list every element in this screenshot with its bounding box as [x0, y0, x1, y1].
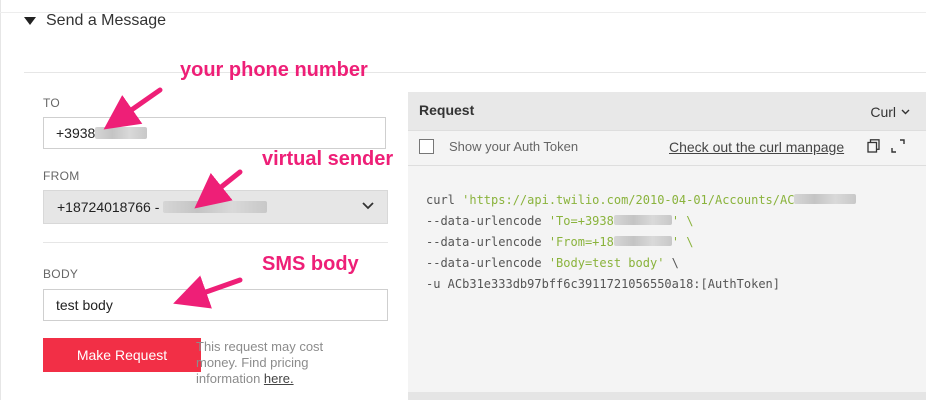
make-request-button[interactable]: Make Request: [43, 338, 201, 372]
code-line: -u ACb31e333db97bff6c3911721056550a18:[A…: [426, 277, 781, 291]
cost-note: This request may cost money. Find pricin…: [196, 339, 366, 387]
code-flag: --data-urlencode: [426, 256, 549, 270]
request-footer: [408, 392, 926, 400]
from-select-value: +18724018766 -: [57, 199, 164, 215]
code-flag: --data-urlencode: [426, 214, 549, 228]
from-label: FROM: [43, 169, 80, 183]
expand-icon[interactable]: [890, 138, 906, 154]
chevron-down-icon: [901, 109, 910, 115]
show-auth-checkbox[interactable]: [419, 139, 434, 154]
show-auth-label: Show your Auth Token: [449, 139, 579, 154]
body-input[interactable]: test body: [43, 289, 388, 321]
annotation-phone: your phone number: [180, 59, 368, 81]
language-select[interactable]: Curl: [870, 104, 910, 120]
chevron-down-icon: [362, 202, 374, 210]
request-panel: Request Curl Show your Auth Token Check …: [408, 92, 926, 400]
copy-icon[interactable]: [867, 139, 881, 153]
request-header: Request Curl: [408, 92, 926, 131]
language-select-value: Curl: [870, 104, 896, 120]
code-string: ' \: [671, 214, 694, 228]
pricing-link[interactable]: here.: [264, 371, 294, 386]
code-string: 'From=+18: [548, 235, 614, 249]
to-input[interactable]: +3938: [43, 117, 386, 149]
code-line: --data-urlencode 'Body=test body' \: [426, 253, 856, 274]
to-input-value: +3938: [56, 125, 96, 141]
code-line: --data-urlencode 'To=+3938 ' \: [426, 211, 856, 232]
code-string: 'To=+3938: [548, 214, 614, 228]
curl-manpage-link[interactable]: Check out the curl manpage: [669, 139, 844, 155]
left-border: [0, 0, 1, 400]
request-title: Request: [419, 102, 475, 118]
caret-down-icon: [24, 17, 36, 25]
annotation-sender: virtual sender: [262, 148, 394, 170]
code-line: curl 'https://api.twilio.com/2010-04-01/…: [426, 190, 857, 211]
redacted-blur: [95, 127, 148, 139]
redacted-blur: [613, 236, 672, 246]
from-select[interactable]: +18724018766 -: [43, 190, 388, 224]
redacted-blur: [794, 194, 857, 204]
header-divider: [24, 72, 926, 73]
arrow-icon: [103, 87, 163, 130]
code-line: --data-urlencode 'From=+18 ' \: [426, 232, 856, 253]
request-options: Show your Auth Token Check out the curl …: [408, 131, 926, 166]
redacted-blur: [613, 215, 672, 225]
code-text: \: [664, 256, 679, 270]
code-command: curl: [426, 193, 463, 207]
cost-note-text: This request may cost money. Find pricin…: [196, 339, 324, 386]
code-flag: --data-urlencode: [426, 235, 549, 249]
section-toggle[interactable]: Send a Message: [24, 12, 166, 30]
to-label: TO: [43, 96, 61, 110]
body-input-value: test body: [56, 297, 113, 313]
annotation-sms: SMS body: [262, 253, 359, 275]
form-divider: [43, 242, 388, 243]
section-title: Send a Message: [46, 12, 167, 29]
body-label: BODY: [43, 267, 79, 281]
curl-code-block: curl 'https://api.twilio.com/2010-04-01/…: [426, 190, 857, 295]
code-string: 'Body=test body': [548, 256, 665, 270]
code-string: ' \: [671, 235, 694, 249]
code-string: 'https://api.twilio.com/2010-04-01/Accou…: [462, 193, 795, 207]
redacted-blur: [163, 201, 268, 213]
